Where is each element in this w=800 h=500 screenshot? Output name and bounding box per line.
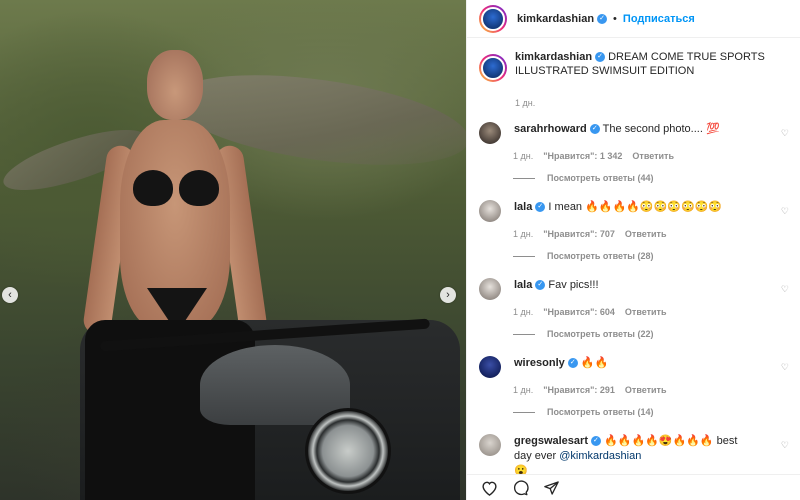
verified-badge-icon: ✓ <box>589 124 600 135</box>
avatar[interactable] <box>479 278 501 300</box>
comment-username[interactable]: sarahrhoward <box>514 123 587 135</box>
action-bar <box>467 474 800 500</box>
comment-text: The second photo.... 💯 <box>602 123 720 135</box>
photo-person <box>81 44 269 350</box>
avatar[interactable] <box>479 122 501 144</box>
avatar[interactable] <box>479 356 501 378</box>
header-username[interactable]: kimkardashian <box>517 13 594 25</box>
comment-item: sarahrhoward ✓ The second photo.... 💯 ♡ 1… <box>479 122 789 183</box>
reply-button[interactable]: Ответить <box>625 385 667 395</box>
avatar[interactable] <box>479 54 507 82</box>
verified-badge-icon: ✓ <box>597 13 608 24</box>
comment-like-icon[interactable]: ♡ <box>781 440 789 451</box>
comment-text: 🔥🔥 <box>580 357 609 369</box>
comment-time: 1 дн. <box>513 385 534 395</box>
comment-like-icon[interactable]: ♡ <box>781 128 789 139</box>
post-header: kimkardashian ✓ • Подписаться <box>467 0 800 38</box>
reply-button[interactable]: Ответить <box>625 307 667 317</box>
comment-username[interactable]: lala <box>514 279 532 291</box>
heart-icon[interactable] <box>481 480 498 496</box>
verified-badge-icon: ✓ <box>535 202 546 213</box>
comment-username[interactable]: gregswalesart <box>514 435 588 447</box>
next-photo-button[interactable]: › <box>440 287 456 303</box>
view-replies-button[interactable]: Посмотреть ответы (28) <box>513 251 789 261</box>
comment-likes[interactable]: "Нравится": 291 <box>543 385 615 395</box>
photo-headlight <box>305 408 391 494</box>
separator-dot: • <box>613 12 617 25</box>
comment-text: Fav pics!!! <box>548 279 599 291</box>
comment-like-icon[interactable]: ♡ <box>781 362 789 373</box>
comment-text: I mean 🔥🔥🔥🔥😳😳😳😳😳😳 <box>548 201 723 213</box>
avatar[interactable] <box>479 200 501 222</box>
caption-time: 1 дн. <box>515 98 536 108</box>
comment-likes[interactable]: "Нравится": 1 342 <box>543 151 622 161</box>
comment-like-icon[interactable]: ♡ <box>781 206 789 217</box>
comment-icon[interactable] <box>512 480 529 496</box>
verified-badge-icon: ✓ <box>595 52 606 63</box>
view-replies-button[interactable]: Посмотреть ответы (44) <box>513 173 789 183</box>
view-replies-button[interactable]: Посмотреть ответы (14) <box>513 407 789 417</box>
comment-username[interactable]: lala <box>514 201 532 213</box>
avatar[interactable] <box>479 434 501 456</box>
comment-like-icon[interactable]: ♡ <box>781 284 789 295</box>
chevron-right-icon: › <box>446 288 450 301</box>
previous-photo-button[interactable]: ‹ <box>2 287 18 303</box>
comment-time: 1 дн. <box>513 229 534 239</box>
view-replies-button[interactable]: Посмотреть ответы (22) <box>513 329 789 339</box>
mention-link[interactable]: @kimkardashian <box>559 450 641 462</box>
chevron-left-icon: ‹ <box>8 288 12 301</box>
comment-likes[interactable]: "Нравится": 604 <box>543 307 615 317</box>
post-photo[interactable]: ‹ › <box>0 0 466 500</box>
comment-item: lala ✓ I mean 🔥🔥🔥🔥😳😳😳😳😳😳 ♡ 1 дн. "Нравится… <box>479 200 789 261</box>
reply-button[interactable]: Ответить <box>632 151 674 161</box>
comment-time: 1 дн. <box>513 151 534 161</box>
avatar[interactable] <box>479 4 507 33</box>
comment-item: lala ✓ Fav pics!!! ♡ 1 дн. "Нравится": 604… <box>479 278 789 339</box>
reply-button[interactable]: Ответить <box>625 229 667 239</box>
comment-likes[interactable]: "Нравится": 707 <box>543 229 615 239</box>
share-icon[interactable] <box>543 480 560 496</box>
comment-username[interactable]: wiresonly <box>514 357 565 369</box>
post-side-panel: kimkardashian ✓ • Подписаться kimkardash… <box>466 0 800 500</box>
comment-time: 1 дн. <box>513 307 534 317</box>
comment-item: gregswalesart ✓ 🔥🔥🔥🔥😍🔥🔥🔥 best day ever @k… <box>479 434 789 479</box>
caption-username[interactable]: kimkardashian <box>515 51 592 63</box>
verified-badge-icon: ✓ <box>535 280 546 291</box>
post-caption: kimkardashian ✓ DREAM COME TRUE SPORTS IL… <box>467 38 800 110</box>
verified-badge-icon: ✓ <box>567 358 578 369</box>
post-viewer: ‹ › kimkardashian ✓ • Подписаться kimkar… <box>0 0 800 500</box>
follow-button[interactable]: Подписаться <box>623 13 695 25</box>
comment-item: wiresonly ✓ 🔥🔥 ♡ 1 дн. "Нравится": 291 Отве… <box>479 356 789 417</box>
verified-badge-icon: ✓ <box>590 436 601 447</box>
